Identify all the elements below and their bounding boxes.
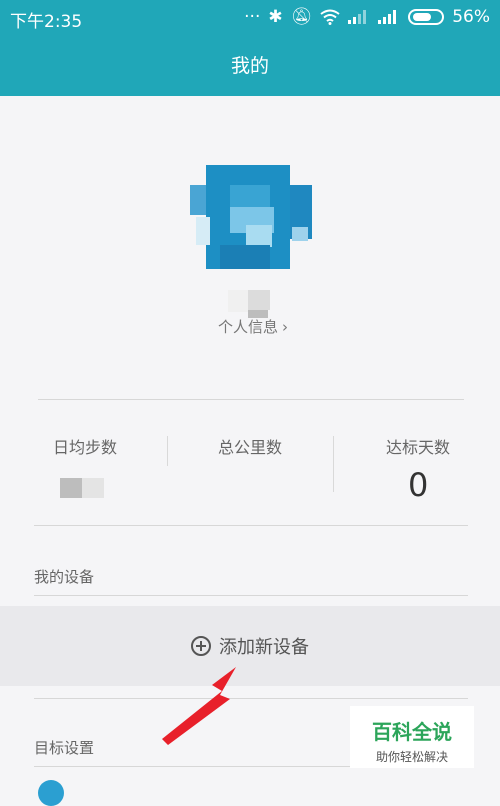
profile-info-link[interactable]: 个人信息 › [218, 316, 288, 337]
battery-icon [408, 9, 445, 25]
goal-settings-label: 目标设置 [34, 739, 95, 757]
stat-value-placeholder [60, 478, 104, 498]
list-item-icon [38, 780, 64, 806]
divider [34, 525, 468, 526]
divider [38, 399, 464, 400]
status-icons: ··· ✱ 🔕︎ 56% [244, 7, 490, 27]
profile-info-label: 个人信息 [218, 318, 279, 336]
bluetooth-icon: ✱ [268, 7, 283, 27]
my-devices-label: 我的设备 [34, 568, 95, 586]
watermark-subtitle: 助你轻松解决 [375, 750, 448, 764]
signal-icon [348, 10, 370, 24]
stat-label: 达标天数 [385, 438, 450, 457]
username-placeholder [228, 290, 274, 318]
stat-label: 总公里数 [217, 438, 282, 457]
status-bar: 下午2:35 ··· ✱ 🔕︎ 56% [0, 0, 500, 36]
divider [34, 595, 468, 596]
bell-off-icon: 🔕︎ [290, 7, 313, 27]
battery-percent: 56% [452, 7, 490, 27]
more-dots-icon: ··· [244, 7, 261, 27]
wifi-icon [320, 9, 340, 25]
divider [167, 436, 168, 466]
stat-avg-steps: 日均步数 [15, 434, 155, 458]
stat-goal-days: 达标天数 [348, 434, 488, 458]
chevron-right-icon: › [282, 318, 289, 336]
page-title: 我的 [230, 55, 269, 77]
app-header: 我的 [0, 36, 500, 96]
signal-icon [378, 10, 400, 24]
stat-goal-days-value: 0 [408, 466, 429, 504]
add-circle-icon [191, 636, 211, 656]
watermark: 百科全说 助你轻松解决 [350, 706, 474, 768]
red-arrow-icon [162, 667, 236, 745]
stat-total-km: 总公里数 [180, 434, 320, 458]
stat-label: 日均步数 [52, 438, 117, 457]
watermark-title: 百科全说 [372, 720, 452, 744]
avatar[interactable] [190, 165, 312, 269]
status-time: 下午2:35 [10, 12, 83, 32]
divider [333, 436, 334, 492]
